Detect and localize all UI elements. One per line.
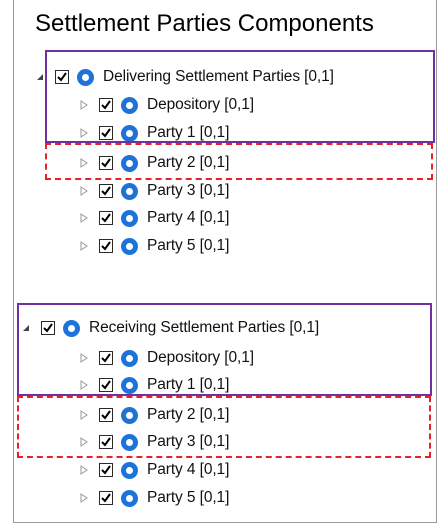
tree-label: Party 3 [0,1] (147, 182, 230, 199)
ring-node-icon (121, 489, 138, 507)
triangle-right-icon[interactable] (78, 185, 90, 197)
ring-node-icon (121, 461, 138, 479)
triangle-right-icon[interactable] (78, 240, 90, 252)
triangle-right-icon[interactable] (78, 464, 90, 476)
tree-label: Party 5 [0,1] (147, 237, 230, 254)
tree-row-delivering-party-5[interactable]: Party 5 [0,1] (78, 233, 229, 259)
ring-node-icon (121, 209, 138, 227)
triangle-right-icon[interactable] (78, 212, 90, 224)
figure-title: Settlement Parties Components (35, 10, 374, 37)
tree-label: Party 4 [0,1] (147, 209, 230, 226)
highlight-box-solid-delivering (45, 50, 435, 143)
tree-row-delivering-party-3[interactable]: Party 3 [0,1] (78, 178, 229, 204)
tree-label: Party 4 [0,1] (147, 461, 230, 478)
highlight-box-solid-receiving (17, 303, 432, 396)
highlight-box-dashed-receiving (17, 396, 431, 458)
checkbox-checked-icon[interactable] (99, 211, 113, 225)
checkbox-checked-icon[interactable] (99, 184, 113, 198)
checkbox-checked-icon[interactable] (99, 463, 113, 477)
highlight-box-dashed-delivering (45, 143, 433, 180)
checkbox-checked-icon[interactable] (99, 239, 113, 253)
ring-node-icon (121, 182, 138, 200)
ring-node-icon (121, 237, 138, 255)
triangle-right-icon[interactable] (78, 492, 90, 504)
checkbox-checked-icon[interactable] (99, 491, 113, 505)
tree-label: Party 5 [0,1] (147, 489, 230, 506)
tree-row-delivering-party-4[interactable]: Party 4 [0,1] (78, 205, 229, 231)
tree-row-receiving-party-5[interactable]: Party 5 [0,1] (78, 485, 229, 511)
tree-row-receiving-party-4[interactable]: Party 4 [0,1] (78, 457, 229, 483)
